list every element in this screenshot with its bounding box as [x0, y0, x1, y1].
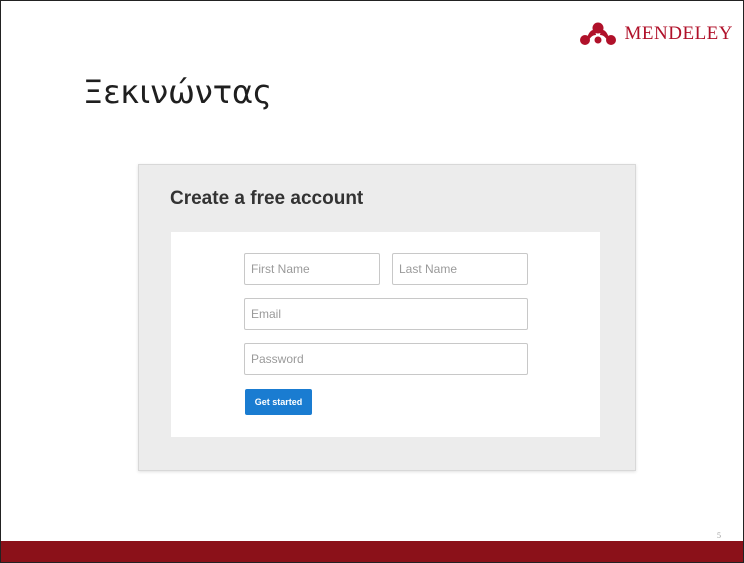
footer-bar	[1, 541, 743, 562]
slide-title: Ξεκινώντας	[83, 73, 272, 111]
first-name-input[interactable]	[244, 253, 380, 285]
mendeley-logo-icon	[579, 22, 616, 45]
get-started-button[interactable]: Get started	[245, 389, 312, 415]
last-name-input[interactable]	[392, 253, 528, 285]
logo-text: MENDELEY	[624, 23, 733, 44]
signup-form: Get started	[171, 232, 600, 437]
slide: MENDELEY Ξεκινώντας Create a free accoun…	[0, 0, 744, 563]
mendeley-logo: MENDELEY	[579, 21, 733, 47]
signup-card: Create a free account Get started	[138, 164, 636, 471]
email-input[interactable]	[244, 298, 528, 330]
signup-form-title: Create a free account	[170, 188, 364, 209]
password-input[interactable]	[244, 343, 528, 375]
page-number: 5	[717, 531, 721, 540]
